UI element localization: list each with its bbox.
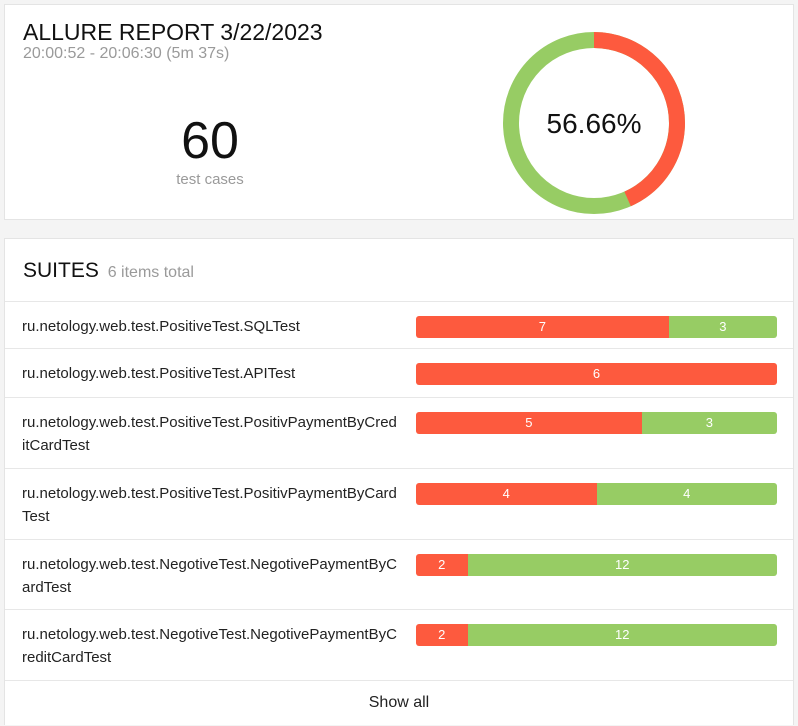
suite-bar-failed-segment: 7	[416, 316, 669, 338]
suite-row[interactable]: ru.netology.web.test.PositiveTest.SQLTes…	[5, 301, 793, 348]
suite-name: ru.netology.web.test.NegotiveTest.Negoti…	[22, 556, 397, 596]
suite-status-bar: 44	[416, 483, 777, 505]
suite-row[interactable]: ru.netology.web.test.PositiveTest.Positi…	[5, 468, 793, 539]
suite-bar-failed-segment: 4	[416, 483, 597, 505]
suite-status-bar: 2 12	[416, 554, 777, 576]
suite-bar-passed-segment: 4	[596, 483, 777, 505]
suite-bar-failed-segment: 2	[416, 554, 468, 576]
suites-widget: SUITES 6 items total ru.netology.web.tes…	[4, 238, 794, 725]
suite-bar-passed-segment: 3	[641, 412, 777, 434]
suite-bar-passed-segment: 12	[467, 554, 777, 576]
suite-name: ru.netology.web.test.PositiveTest.SQLTes…	[22, 318, 300, 335]
test-case-count: 60	[181, 112, 239, 170]
suite-status-bar: 73	[416, 316, 777, 338]
suite-name: ru.netology.web.test.NegotiveTest.Negoti…	[22, 626, 397, 666]
suite-bar-failed-segment: 6	[416, 363, 777, 385]
suite-bar-passed-segment: 12	[467, 624, 777, 646]
summary-widget: ALLURE REPORT 3/22/2023 20:00:52 - 20:06…	[4, 4, 794, 220]
suite-name: ru.netology.web.test.PositiveTest.Positi…	[22, 485, 397, 525]
suite-status-bar: 53	[416, 412, 777, 434]
success-rate-percent: 56.66%	[547, 108, 642, 139]
suite-name: ru.netology.web.test.PositiveTest.Positi…	[22, 414, 397, 454]
suite-row[interactable]: ru.netology.web.test.NegotiveTest.Negoti…	[5, 609, 793, 680]
report-time-range: 20:00:52 - 20:06:30 (5m 37s)	[23, 45, 230, 62]
suite-bar-passed-segment: 3	[668, 316, 777, 338]
suite-bar-failed-segment: 2	[416, 624, 468, 646]
success-rate-donut[interactable]: 56.66%	[499, 28, 689, 218]
suite-status-bar: 6	[416, 363, 777, 385]
suite-name: ru.netology.web.test.PositiveTest.APITes…	[22, 365, 296, 382]
suites-total: 6 items total	[107, 264, 194, 281]
suites-header: SUITES 6 items total	[23, 259, 194, 283]
report-title: ALLURE REPORT 3/22/2023	[23, 19, 323, 45]
suite-row[interactable]: ru.netology.web.test.NegotiveTest.Negoti…	[5, 539, 793, 609]
test-case-count-label: test cases	[176, 171, 244, 188]
suite-status-bar: 2 12	[416, 624, 777, 646]
suites-title: SUITES	[23, 259, 99, 282]
suite-bar-failed-segment: 5	[416, 412, 642, 434]
show-all-link[interactable]: Show all	[5, 680, 793, 726]
suite-row[interactable]: ru.netology.web.test.PositiveTest.APITes…	[5, 348, 793, 397]
suite-row[interactable]: ru.netology.web.test.PositiveTest.Positi…	[5, 397, 793, 468]
